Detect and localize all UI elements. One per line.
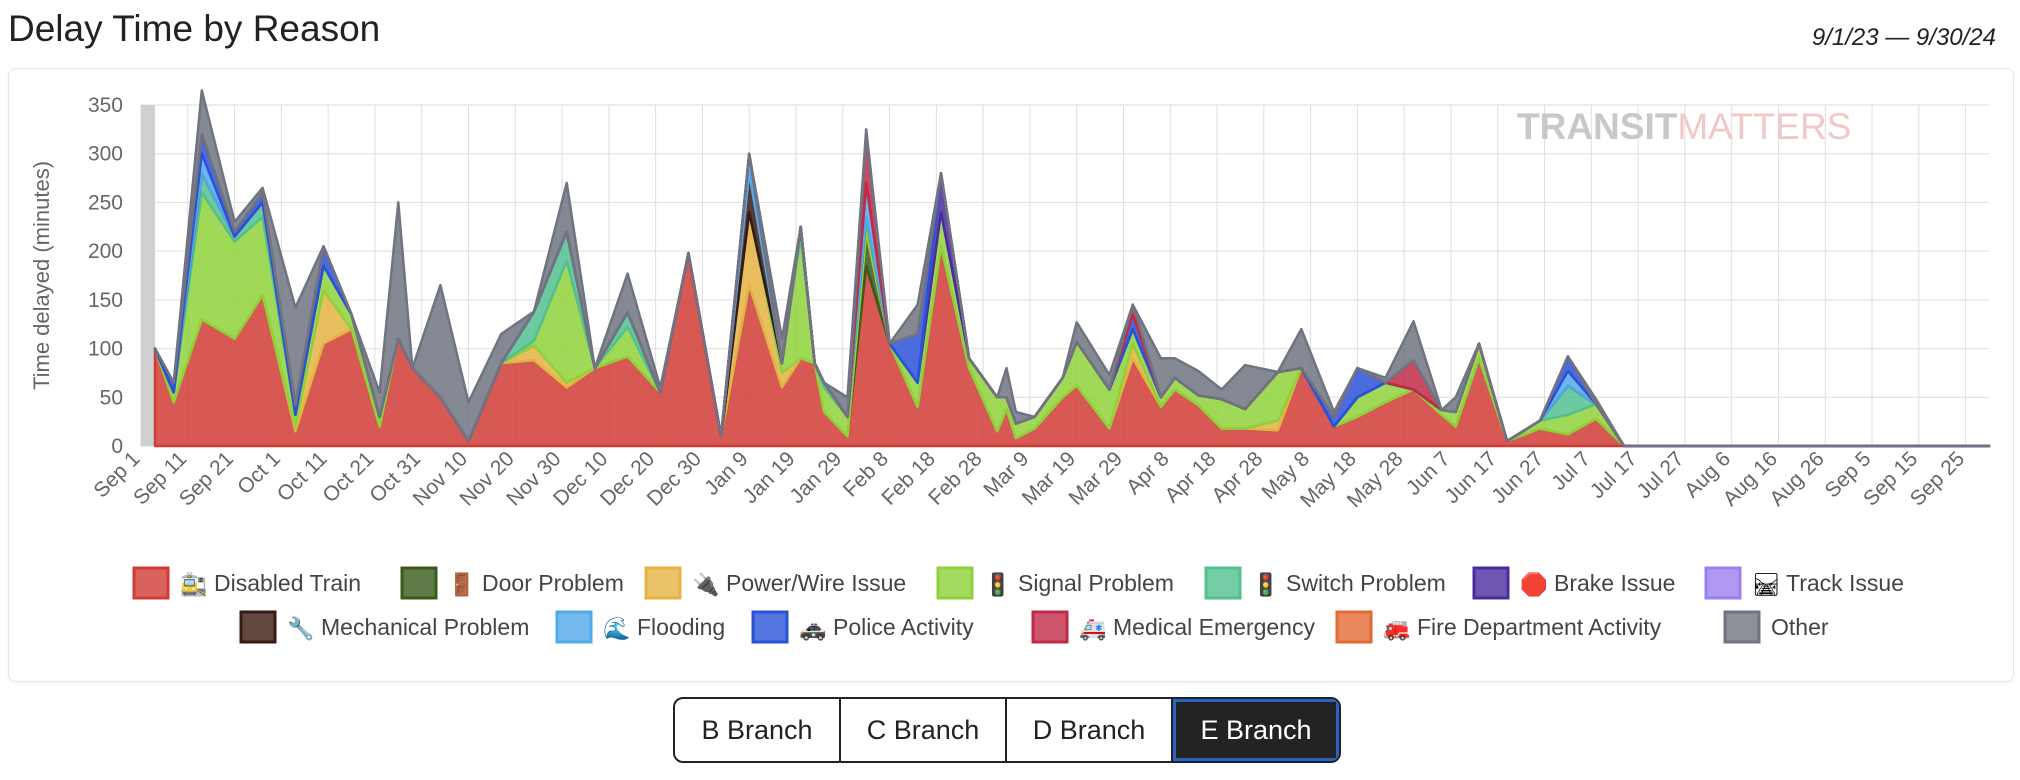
- legend-label: Police Activity: [833, 614, 974, 640]
- y-axis-title: Time delayed (minutes): [29, 161, 54, 390]
- y-tick-label: 300: [88, 143, 123, 166]
- legend-swatch: [555, 610, 593, 644]
- legend-icon: 🚉: [180, 572, 207, 598]
- y-tick-label: 350: [88, 94, 123, 117]
- branch-button-c[interactable]: C Branch: [841, 699, 1007, 761]
- x-tick-label: Oct 11: [273, 447, 332, 506]
- legend-icon: 🚦: [1252, 572, 1279, 598]
- delay-chart: TRANSITMATTERS050100150200250300350Time …: [29, 89, 1991, 644]
- x-tick-label: Jul 27: [1633, 447, 1689, 503]
- chart-legend: 🚉 Disabled Train 🚪 Door Problem 🔌 Power/Wire …: [132, 566, 1904, 644]
- y-tick-label: 150: [88, 289, 123, 312]
- legend-item-police-activity[interactable]: 🚓 Police Activity: [751, 610, 974, 644]
- legend-swatch: [1335, 610, 1373, 644]
- legend-swatch: [644, 566, 682, 600]
- legend-label: Other: [1771, 614, 1829, 640]
- branch-selector: B Branch C Branch D Branch E Branch: [673, 697, 1341, 763]
- legend-swatch: [751, 610, 789, 644]
- legend-item-brake-issue[interactable]: 🛑 Brake Issue: [1472, 566, 1675, 600]
- legend-label: Medical Emergency: [1113, 614, 1315, 640]
- legend-swatch: [1723, 610, 1761, 644]
- legend-item-door-problem[interactable]: 🚪 Door Problem: [400, 566, 624, 600]
- x-tick-label: Feb 28: [924, 447, 987, 510]
- legend-label: Signal Problem: [1018, 570, 1174, 596]
- x-tick-label: Jun 17: [1440, 447, 1501, 508]
- legend-icon: 🔧: [287, 615, 314, 642]
- y-tick-label: 50: [100, 386, 123, 409]
- legend-label: Door Problem: [482, 570, 624, 596]
- y-tick-label: 200: [88, 240, 123, 263]
- legend-swatch: [400, 566, 438, 600]
- legend-label: Track Issue: [1786, 570, 1904, 596]
- legend-item-medical-emergency[interactable]: 🚑 Medical Emergency: [1031, 610, 1315, 644]
- legend-icon: 🚓: [799, 617, 826, 642]
- legend-label: Flooding: [637, 614, 725, 640]
- legend-swatch: [239, 610, 277, 644]
- legend-swatch: [936, 566, 974, 600]
- legend-icon: 🌊: [603, 616, 630, 642]
- x-tick-label: Jun 27: [1487, 447, 1548, 508]
- legend-icon: 🔌: [692, 572, 719, 598]
- legend-item-switch-problem[interactable]: 🚦 Switch Problem: [1204, 566, 1446, 600]
- x-tick-label: Oct 21: [318, 447, 378, 507]
- x-tick-label: Jan 29: [785, 447, 846, 508]
- date-range: 9/1/23 — 9/30/24: [1811, 24, 1996, 51]
- legend-icon: 🛤: [1752, 573, 1780, 598]
- x-tick-label: Mar 29: [1065, 447, 1127, 509]
- hover-highlight: [141, 105, 155, 446]
- legend-label: Brake Issue: [1554, 570, 1675, 596]
- legend-item-disabled-train[interactable]: 🚉 Disabled Train: [132, 566, 361, 600]
- legend-item-flooding[interactable]: 🌊 Flooding: [555, 610, 725, 644]
- legend-item-signal-problem[interactable]: 🚦 Signal Problem: [936, 566, 1174, 600]
- legend-item-track-issue[interactable]: 🛤 Track Issue: [1704, 566, 1904, 600]
- legend-icon: 🚑: [1079, 617, 1106, 642]
- page-title: Delay Time by Reason: [8, 8, 381, 49]
- legend-item-fire-department-activity[interactable]: 🚒 Fire Department Activity: [1335, 610, 1662, 644]
- branch-button-e[interactable]: E Branch: [1173, 699, 1339, 761]
- legend-item-mechanical-problem[interactable]: 🔧 Mechanical Problem: [239, 610, 529, 644]
- legend-icon: 🛑: [1520, 572, 1547, 598]
- legend-swatch: [1204, 566, 1242, 600]
- x-tick-label: Apr 18: [1161, 447, 1221, 507]
- legend-label: Fire Department Activity: [1417, 614, 1662, 640]
- x-tick-label: Apr 28: [1207, 447, 1267, 507]
- legend-item-power-wire-issue[interactable]: 🔌 Power/Wire Issue: [644, 566, 906, 600]
- legend-item-other[interactable]: Other: [1723, 610, 1829, 644]
- legend-label: Mechanical Problem: [321, 614, 529, 640]
- legend-icon: 🚪: [448, 572, 475, 598]
- legend-label: Switch Problem: [1286, 570, 1446, 596]
- x-tick-label: Jan 19: [739, 447, 800, 508]
- legend-swatch: [1031, 610, 1069, 644]
- legend-label: Power/Wire Issue: [726, 570, 906, 596]
- legend-swatch: [132, 566, 170, 600]
- legend-icon: 🚦: [984, 572, 1011, 598]
- y-tick-label: 250: [88, 191, 123, 214]
- legend-swatch: [1704, 566, 1742, 600]
- legend-label: Disabled Train: [214, 570, 361, 596]
- legend-icon: 🚒: [1383, 617, 1410, 642]
- chart-card: TRANSITMATTERS 0 50 100 150 200 250 300 350 Time …: [8, 68, 2014, 682]
- branch-button-d[interactable]: D Branch: [1007, 699, 1173, 761]
- y-tick-label: 100: [88, 338, 123, 361]
- legend-swatch: [1472, 566, 1510, 600]
- x-tick-label: Jul 17: [1586, 447, 1642, 503]
- watermark-logo: TRANSITMATTERS: [1517, 106, 1851, 147]
- branch-button-b[interactable]: B Branch: [675, 699, 841, 761]
